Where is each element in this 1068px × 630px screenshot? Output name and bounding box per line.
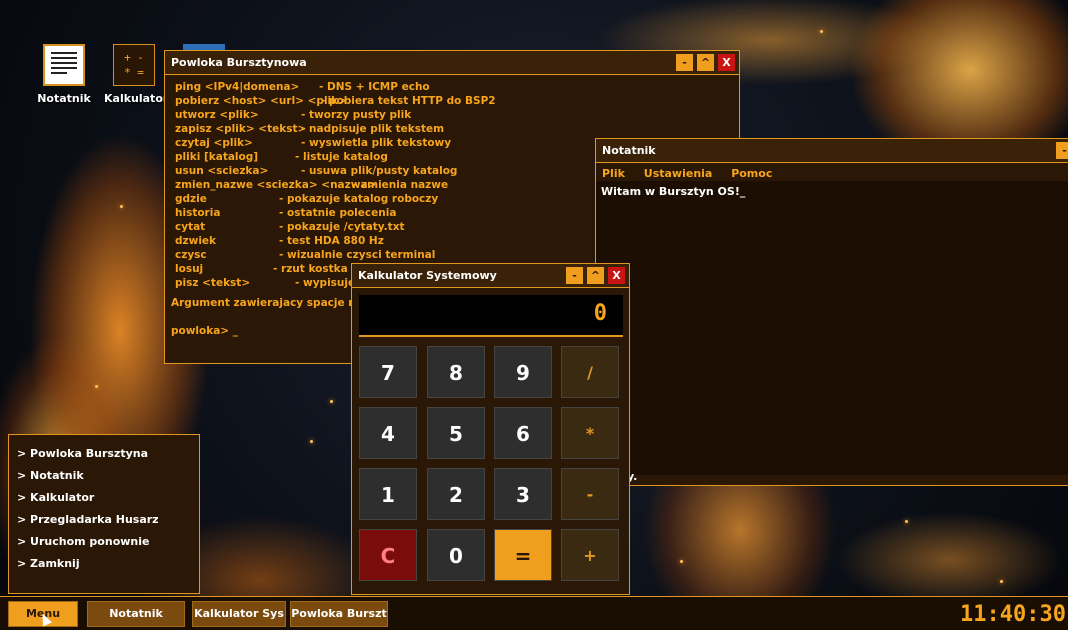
sparkle: [820, 30, 823, 33]
taskbar: Menu Notatnik Kalkulator Sys Powloka Bur…: [0, 596, 1068, 630]
notepad-textarea[interactable]: Witam w Bursztyn OS!_ y.: [596, 181, 1068, 483]
shell-cmd: zmien_nazwe <sciezka> <nazwa>: [175, 179, 377, 191]
notepad-window[interactable]: Notatnik - Plik Ustawienia Pomoc Witam w…: [595, 138, 1068, 486]
desktop-icon-label: Kalkulator: [104, 92, 169, 105]
taskbar-item-powloka[interactable]: Powloka Burszt: [290, 601, 388, 627]
shell-desc: - pobiera tekst HTTP do BSP2: [321, 95, 496, 107]
calc-button-5[interactable]: 5: [427, 407, 485, 459]
shell-cmd: cytat: [175, 221, 206, 233]
shell-desc: - zmienia nazwe: [353, 179, 449, 191]
sparkle: [120, 205, 123, 208]
sparkle: [310, 440, 313, 443]
menu-item-plik[interactable]: Plik: [602, 167, 625, 180]
shell-desc: - listuje katalog: [295, 151, 388, 163]
shell-line: zapisz <plik> <tekst> - nadpisuje plik te…: [173, 123, 731, 137]
shell-desc: - ostatnie polecenia: [279, 207, 397, 219]
close-button[interactable]: X: [608, 267, 625, 284]
shell-line: pobierz <host> <url> <plik> - pobiera tek…: [173, 95, 731, 109]
start-menu: > Powloka Bursztyna > Notatnik > Kalkula…: [8, 434, 200, 594]
calc-button-1[interactable]: 1: [359, 468, 417, 520]
shell-titlebar[interactable]: Powloka Bursztynowa - ^ X: [165, 51, 739, 75]
calc-button-0[interactable]: 0: [427, 529, 485, 581]
shell-cmd: pisz <tekst>: [175, 277, 251, 289]
shell-prompt[interactable]: powloka> _: [171, 325, 238, 337]
maximize-button[interactable]: ^: [587, 267, 604, 284]
shell-cmd: utworz <plik>: [175, 109, 259, 121]
window-title: Kalkulator Systemowy: [358, 269, 497, 282]
sparkle: [680, 560, 683, 563]
desktop-icon-notatnik[interactable]: Notatnik: [34, 44, 94, 105]
calc-button-3[interactable]: 3: [494, 468, 552, 520]
calc-button-add[interactable]: +: [561, 529, 619, 581]
shell-desc: - tworzy pusty plik: [301, 109, 412, 121]
start-menu-item-przegladarka[interactable]: > Przegladarka Husarz: [9, 509, 199, 531]
calc-button-equals[interactable]: =: [494, 529, 552, 581]
shell-line: ping <IPv4|domena> - DNS + ICMP echo: [173, 81, 731, 95]
shell-desc: - wizualnie czysci terminal: [279, 249, 436, 261]
shell-desc: - DNS + ICMP echo: [319, 81, 430, 93]
shell-desc: - wyswietla plik tekstowy: [301, 137, 452, 149]
calc-button-9[interactable]: 9: [494, 346, 552, 398]
calc-button-4[interactable]: 4: [359, 407, 417, 459]
shell-cmd: historia: [175, 207, 221, 219]
close-button[interactable]: X: [718, 54, 735, 71]
calc-button-8[interactable]: 8: [427, 346, 485, 398]
menu-item-ustawienia[interactable]: Ustawienia: [644, 167, 713, 180]
shell-desc: - pokazuje katalog roboczy: [279, 193, 439, 205]
notepad-titlebar[interactable]: Notatnik -: [596, 139, 1068, 163]
start-menu-item-powloka[interactable]: > Powloka Bursztyna: [9, 443, 199, 465]
shell-cmd: ping <IPv4|domena>: [175, 81, 300, 93]
sparkle: [1000, 580, 1003, 583]
shell-cmd: dzwiek: [175, 235, 217, 247]
minimize-button[interactable]: -: [566, 267, 583, 284]
window-title: Notatnik: [602, 144, 656, 157]
start-menu-item-restart[interactable]: > Uruchom ponownie: [9, 531, 199, 553]
taskbar-clock: 11:40:30: [960, 602, 1066, 627]
shell-desc: - test HDA 880 Hz: [279, 235, 384, 247]
notepad-icon: [43, 44, 85, 86]
shell-note: Argument zawierajacy spacje mozn: [171, 297, 380, 309]
calc-button-multiply[interactable]: *: [561, 407, 619, 459]
shell-cmd: czytaj <plik>: [175, 137, 253, 149]
window-title: Powloka Bursztynowa: [171, 56, 307, 69]
sparkle: [95, 385, 98, 388]
shell-line: utworz <plik> - tworzy pusty plik: [173, 109, 731, 123]
start-menu-item-shutdown[interactable]: > Zamknij: [9, 553, 199, 575]
calc-button-subtract[interactable]: -: [561, 468, 619, 520]
menu-item-pomoc[interactable]: Pomoc: [731, 167, 772, 180]
shell-desc: - nadpisuje plik tekstem: [301, 123, 445, 135]
desktop-icon-label: Notatnik: [37, 92, 91, 105]
calculator-titlebar[interactable]: Kalkulator Systemowy - ^ X: [352, 264, 629, 288]
maximize-button[interactable]: ^: [697, 54, 714, 71]
calc-button-clear[interactable]: C: [359, 529, 417, 581]
shell-cmd: zapisz <plik> <tekst>: [175, 123, 307, 135]
calc-button-divide[interactable]: /: [561, 346, 619, 398]
calc-button-7[interactable]: 7: [359, 346, 417, 398]
minimize-button[interactable]: -: [1056, 142, 1068, 159]
desktop-icon-kalkulator[interactable]: + - * = Kalkulator: [104, 44, 169, 105]
notepad-menubar: Plik Ustawienia Pomoc: [596, 163, 1068, 181]
calc-button-6[interactable]: 6: [494, 407, 552, 459]
start-menu-item-notatnik[interactable]: > Notatnik: [9, 465, 199, 487]
shell-cmd: czysc: [175, 249, 207, 261]
sparkle: [330, 400, 333, 403]
sparkle: [905, 520, 908, 523]
taskbar-item-kalkulator[interactable]: Kalkulator Sys: [192, 601, 286, 627]
notepad-content: Witam w Bursztyn OS!_: [601, 185, 746, 198]
taskbar-item-notatnik[interactable]: Notatnik: [87, 601, 185, 627]
shell-cmd: gdzie: [175, 193, 207, 205]
calculator-window[interactable]: Kalkulator Systemowy - ^ X 0 7 8 9 / 4 5…: [351, 263, 630, 595]
shell-cmd: pliki [katalog]: [175, 151, 259, 163]
shell-desc: - pokazuje /cytaty.txt: [279, 221, 405, 233]
shell-desc: - usuwa plik/pusty katalog: [301, 165, 458, 177]
start-menu-item-kalkulator[interactable]: > Kalkulator: [9, 487, 199, 509]
shell-cmd: usun <sciezka>: [175, 165, 269, 177]
minimize-button[interactable]: -: [676, 54, 693, 71]
calculator-display: 0: [359, 295, 623, 337]
shell-cmd: losuj: [175, 263, 204, 275]
calculator-icon: + - * =: [113, 44, 155, 86]
calc-button-2[interactable]: 2: [427, 468, 485, 520]
